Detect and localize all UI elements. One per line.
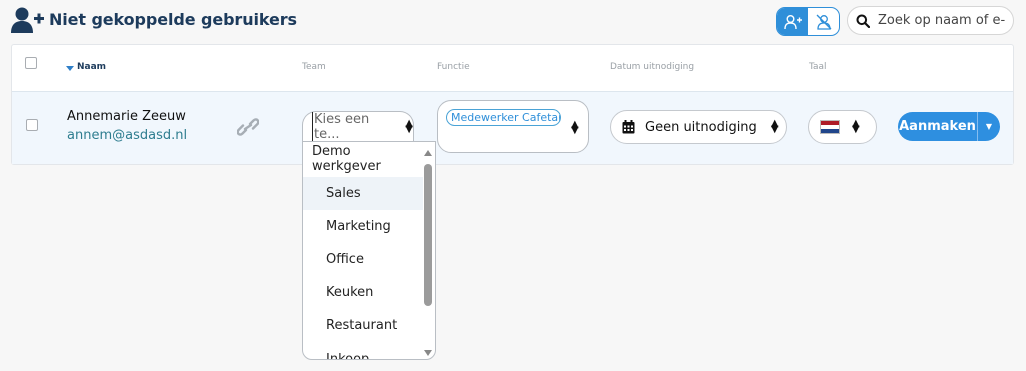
calendar-icon bbox=[622, 120, 635, 134]
team-dropdown: Demo werkgever Sales Marketing Office Ke… bbox=[302, 141, 436, 360]
dropdown-scrollbar[interactable] bbox=[424, 150, 432, 356]
dropdown-group-label: Demo werkgever bbox=[312, 143, 381, 174]
functie-tag[interactable]: Medewerker Cafetar bbox=[446, 109, 561, 126]
functie-select[interactable]: Medewerker Cafetar ▲ ▼ bbox=[437, 100, 589, 153]
scroll-up-icon[interactable] bbox=[424, 150, 432, 156]
sort-arrows-icon: ▲ ▼ bbox=[571, 119, 579, 136]
user-slash-icon bbox=[816, 14, 831, 30]
team-select[interactable]: Kies een te... ▲ ▼ bbox=[302, 111, 414, 142]
search-icon bbox=[856, 14, 870, 28]
row-checkbox[interactable] bbox=[26, 119, 38, 131]
user-name: Annemarie Zeeuw bbox=[67, 109, 186, 124]
user-email: annem@asdasd.nl bbox=[67, 128, 188, 143]
sort-arrows-icon: ▲ ▼ bbox=[770, 118, 779, 135]
create-button-group[interactable]: Aanmaken ▼ bbox=[898, 112, 1000, 141]
caret-down-icon[interactable] bbox=[66, 66, 74, 71]
team-select-placeholder: Kies een te... bbox=[312, 111, 397, 142]
invitation-date-select[interactable]: Geen uitnodiging ▲ ▼ bbox=[610, 110, 787, 144]
create-button[interactable]: Aanmaken bbox=[898, 112, 977, 141]
dropdown-option-inkoop[interactable]: Inkoop bbox=[303, 343, 423, 359]
language-select[interactable]: ▲ ▼ bbox=[808, 110, 877, 144]
select-all-checkbox[interactable] bbox=[25, 57, 37, 69]
column-header-name[interactable]: Naam bbox=[77, 62, 106, 72]
scroll-down-icon[interactable] bbox=[424, 350, 432, 356]
dropdown-option-office[interactable]: Office bbox=[303, 243, 423, 276]
view-toggle[interactable] bbox=[776, 7, 840, 36]
dropdown-option-keuken[interactable]: Keuken bbox=[303, 276, 423, 309]
column-header-team: Team bbox=[302, 62, 326, 72]
sort-arrows-icon: ▲ ▼ bbox=[405, 117, 413, 135]
link-icon[interactable] bbox=[237, 117, 259, 137]
toggle-hidden-users[interactable] bbox=[808, 8, 839, 35]
toggle-unlinked-users[interactable] bbox=[777, 8, 808, 35]
scrollbar-thumb[interactable] bbox=[424, 164, 432, 306]
column-header-datum: Datum uitnodiging bbox=[610, 62, 695, 72]
search-box[interactable] bbox=[847, 6, 1014, 35]
chevron-down-icon: ▼ bbox=[985, 122, 993, 131]
column-header-functie: Functie bbox=[437, 62, 470, 72]
user-plus-icon bbox=[11, 7, 44, 33]
column-header-taal: Taal bbox=[809, 62, 827, 72]
dropdown-option-restaurant[interactable]: Restaurant bbox=[303, 309, 423, 342]
flag-nl-icon bbox=[820, 120, 840, 134]
page-title: Niet gekoppelde gebruikers bbox=[49, 10, 297, 29]
search-input[interactable] bbox=[878, 13, 1008, 28]
dropdown-option-marketing[interactable]: Marketing bbox=[303, 210, 423, 243]
user-plus-icon bbox=[783, 14, 802, 29]
dropdown-option-sales[interactable]: Sales bbox=[303, 177, 423, 210]
invitation-date-value: Geen uitnodiging bbox=[645, 119, 757, 135]
sort-arrows-icon: ▲ ▼ bbox=[852, 118, 860, 135]
